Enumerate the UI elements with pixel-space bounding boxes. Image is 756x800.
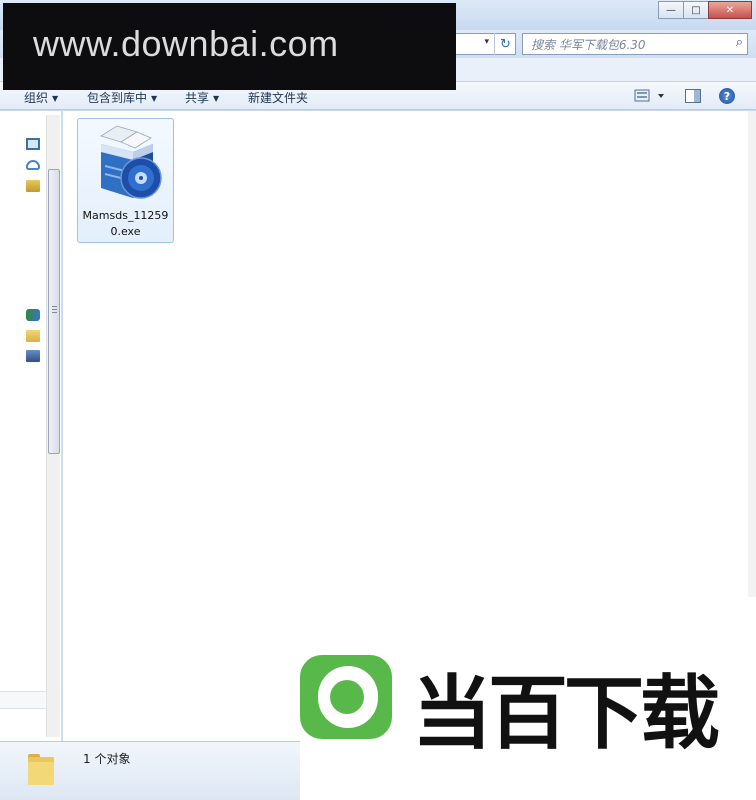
computer-icon[interactable] [26, 138, 40, 150]
scrollbar-grip-icon [52, 306, 57, 315]
folder-icon [28, 754, 54, 785]
file-name: Mamsds_11259 0.exe [82, 209, 169, 238]
navigation-scrollbar[interactable] [46, 115, 60, 737]
library-icon[interactable] [26, 180, 40, 192]
search-icon[interactable]: ⌕ [736, 35, 743, 50]
minimize-button[interactable]: — [658, 1, 684, 19]
refresh-icon[interactable]: ↻ [494, 33, 516, 55]
installer-box-icon [100, 125, 162, 199]
navigation-pane [0, 111, 62, 741]
help-glyph: ? [719, 88, 735, 104]
search-placeholder: 搜索 华军下载包6.30 [531, 37, 646, 52]
maximize-button[interactable]: □ [683, 1, 709, 19]
include-in-library-menu[interactable]: 包含到库中 ▼ [87, 89, 157, 106]
address-dropdown-icon[interactable]: ▾ [484, 37, 489, 47]
view-options-icon[interactable] [634, 87, 668, 105]
help-icon[interactable]: ? [718, 87, 736, 105]
file-item[interactable]: Mamsds_11259 0.exe [77, 118, 174, 243]
new-folder-label: 新建文件夹 [248, 91, 309, 105]
navigation-pane-footer [0, 691, 46, 709]
watermark-banner: www.downbai.com [3, 3, 456, 90]
organize-label: 组织 [24, 91, 49, 105]
share-menu[interactable]: 共享 ▼ [185, 89, 219, 106]
include-in-library-label: 包含到库中 [87, 91, 148, 105]
logo-text: 当百下载 [412, 667, 720, 760]
search-input[interactable]: 搜索 华军下载包6.30 ⌕ [522, 33, 748, 55]
watermark-url: www.downbai.com [33, 23, 339, 64]
new-folder-button[interactable]: 新建文件夹 [248, 89, 308, 106]
network-icon[interactable] [26, 309, 40, 321]
share-label: 共享 [185, 91, 210, 105]
logo-d-icon [300, 655, 392, 739]
close-button[interactable]: ✕ [708, 1, 752, 19]
cloud-icon[interactable] [26, 160, 40, 170]
chevron-down-icon: ▼ [213, 94, 220, 103]
watermark-logo: 当百下载 [300, 597, 756, 800]
scrollbar-thumb[interactable] [48, 169, 60, 454]
organize-menu[interactable]: 组织 ▼ [24, 89, 58, 106]
drive-icon[interactable] [26, 350, 40, 362]
preview-pane-icon[interactable] [684, 87, 702, 105]
item-count: 1 个对象 [83, 752, 131, 766]
window-controls: — □ ✕ [658, 1, 752, 19]
folder-icon[interactable] [26, 330, 40, 342]
chevron-down-icon: ▼ [151, 94, 158, 103]
chevron-down-icon: ▼ [52, 94, 59, 103]
